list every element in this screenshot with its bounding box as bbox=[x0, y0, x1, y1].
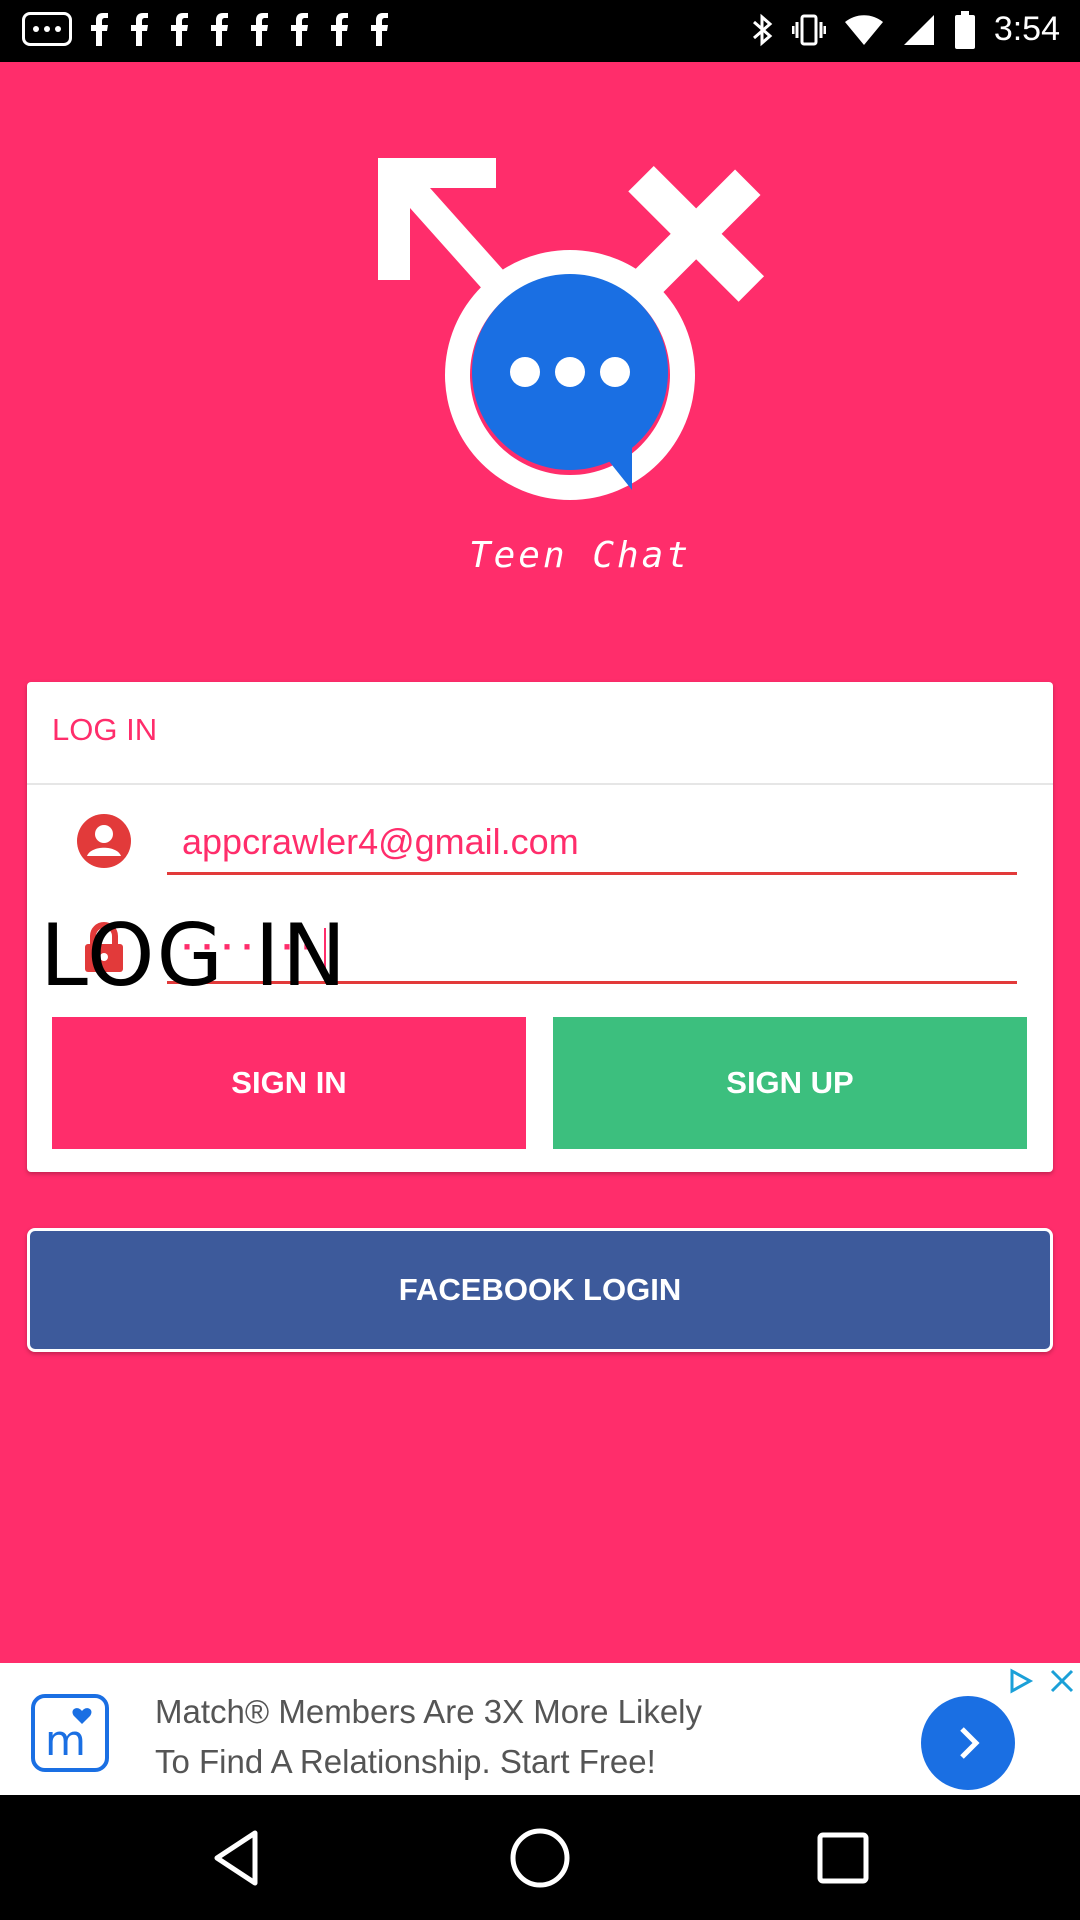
home-icon[interactable] bbox=[505, 1823, 575, 1893]
facebook-notification-icon bbox=[251, 13, 268, 46]
sign-up-button[interactable]: SIGN UP bbox=[553, 1017, 1027, 1149]
svg-text:m: m bbox=[45, 1716, 86, 1765]
user-icon bbox=[77, 814, 131, 868]
email-field[interactable]: appcrawler4@gmail.com bbox=[167, 822, 1017, 875]
ad-close-icon[interactable] bbox=[1044, 1663, 1080, 1699]
battery-icon bbox=[954, 10, 975, 49]
facebook-notification-icon bbox=[171, 13, 188, 46]
bluetooth-icon bbox=[752, 13, 773, 46]
facebook-login-button[interactable]: FACEBOOK LOGIN bbox=[27, 1228, 1053, 1352]
facebook-notification-icon bbox=[131, 13, 148, 46]
logo-caption: Teen Chat bbox=[468, 535, 692, 576]
facebook-notification-icon bbox=[211, 13, 228, 46]
vibrate-icon bbox=[791, 14, 826, 45]
notification-dots-icon bbox=[22, 12, 72, 46]
chevron-right-icon bbox=[960, 1727, 980, 1759]
ad-line-1: Match® Members Are 3X More Likely bbox=[155, 1693, 702, 1730]
status-bar: 3:54 bbox=[0, 0, 1080, 62]
facebook-notification-icon bbox=[371, 13, 388, 46]
facebook-notification-icon bbox=[91, 13, 108, 46]
signal-icon bbox=[903, 14, 934, 45]
login-card: LOG IN appcrawler4@gmail.com ······· LOG… bbox=[27, 682, 1053, 1172]
ad-text: Match® Members Are 3X More Likely To Fin… bbox=[155, 1687, 895, 1787]
login-card-title: LOG IN bbox=[52, 712, 158, 747]
ad-line-2: To Find A Relationship. Start Free! bbox=[155, 1743, 656, 1780]
recent-apps-icon[interactable] bbox=[808, 1823, 878, 1893]
teen-chat-logo bbox=[378, 158, 765, 500]
status-right-icons: 3:54 bbox=[750, 10, 1060, 49]
ad-choices-icon[interactable] bbox=[1000, 1663, 1040, 1699]
sign-in-button[interactable]: SIGN IN bbox=[52, 1017, 526, 1149]
back-icon[interactable] bbox=[203, 1823, 273, 1893]
card-divider bbox=[27, 783, 1053, 785]
facebook-notification-icon bbox=[291, 13, 308, 46]
facebook-notification-icon bbox=[331, 13, 348, 46]
match-logo-icon: m bbox=[31, 1694, 109, 1772]
status-left-icons bbox=[22, 12, 392, 46]
ad-arrow-button[interactable] bbox=[921, 1696, 1015, 1790]
ad-banner[interactable]: m Match® Members Are 3X More Likely To F… bbox=[0, 1663, 1080, 1795]
log-in-overlay-text: LOG IN bbox=[40, 906, 349, 1006]
status-time: 3:54 bbox=[993, 10, 1060, 48]
wifi-icon bbox=[844, 14, 883, 45]
navigation-bar bbox=[0, 1795, 1080, 1920]
